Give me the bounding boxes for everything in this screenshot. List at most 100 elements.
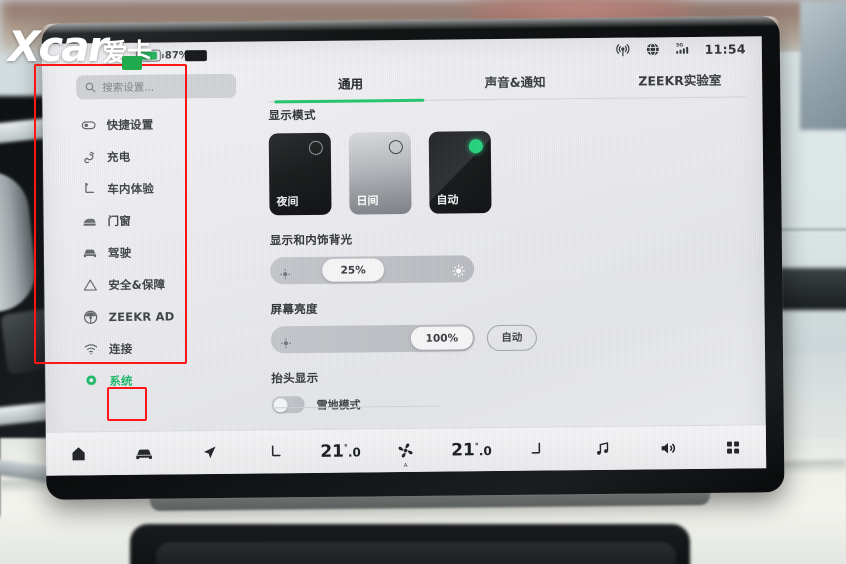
wifi-icon (83, 341, 99, 357)
sidebar-item-safety-security[interactable]: 安全&保障 (70, 268, 250, 302)
dock-seat-left[interactable] (242, 430, 308, 475)
seat-icon (81, 181, 97, 197)
screen-brightness-row: 100% 自动 (270, 321, 765, 354)
display-mode-auto[interactable]: 自动 (428, 131, 492, 214)
globe-icon[interactable] (644, 41, 660, 57)
sidebar-item-zeekr-ad[interactable]: ZEEKR AD (70, 300, 250, 334)
temperature-left-label: 21°.0 (320, 441, 361, 462)
sidebar-item-system[interactable]: 系统 (71, 364, 251, 398)
search-placeholder: 搜索设置... (102, 81, 155, 94)
radio-ring-day (388, 140, 403, 155)
status-dark-chip (184, 50, 207, 62)
broadcast-icon[interactable] (614, 42, 630, 58)
music-note-icon (594, 440, 611, 457)
svg-text:5G: 5G (676, 42, 683, 48)
sidebar-label-charging: 充电 (106, 149, 131, 165)
dock-apps[interactable] (700, 425, 766, 470)
seat-right-icon (528, 441, 545, 458)
car-icon (134, 443, 154, 463)
door-window-icon (82, 213, 98, 229)
apps-grid-icon (725, 439, 741, 455)
display-mode-night[interactable]: 夜间 (268, 132, 332, 216)
signal-5g-icon[interactable]: 5G (674, 41, 690, 57)
dock-navigation[interactable] (177, 430, 243, 475)
sidebar-label-doors-windows: 门窗 (107, 213, 132, 229)
brightness-low-icon (280, 334, 292, 348)
sidebar-label-cabin-experience: 车内体验 (107, 181, 155, 197)
home-icon (70, 445, 87, 462)
tab-zeekr-lab[interactable]: ZEEKR实验室 (597, 69, 762, 98)
snow-mode-label: 雪地模式 (316, 397, 361, 412)
tab-general[interactable]: 通用 (268, 73, 433, 102)
sidebar-item-connectivity[interactable]: 连接 (71, 332, 251, 366)
infotainment-screen: 87% 5G 11:54 通用 声音&通知 ZEEKR实验室 搜索设置... 快… (41, 36, 767, 476)
sidebar-label-driving: 驾驶 (107, 245, 132, 261)
sidebar-label-system: 系统 (109, 373, 133, 389)
hud-title: 抬头显示 (271, 370, 319, 386)
display-mode-day-label: 日间 (356, 194, 379, 208)
quick-settings-icon (81, 117, 97, 133)
tab-bar: 通用 声音&通知 ZEEKR实验室 (268, 62, 762, 101)
display-mode-options: 夜间 日间 自动 (268, 128, 764, 216)
sidebar-item-driving[interactable]: 驾驶 (70, 236, 250, 270)
charging-plug-icon (81, 149, 97, 165)
screen-brightness-value[interactable]: 100% (410, 326, 473, 350)
seat-left-icon (267, 443, 284, 460)
dock-music[interactable] (569, 426, 635, 471)
dock-fan[interactable]: A (373, 428, 439, 473)
tab-active-underline (274, 98, 425, 104)
radio-ring-night (308, 140, 323, 155)
hud-snow-mode-row: 雪地模式 (271, 391, 765, 414)
background-right-pillar (800, 0, 846, 130)
screen-brightness-slider[interactable]: 100% (270, 324, 476, 354)
sidebar-label-zeekr-ad: ZEEKR AD (108, 309, 175, 325)
settings-sidebar: 快捷设置 充电 车内体验 门窗 驾驶 安全&保障 ZEEKR AD 连接 系统 (68, 108, 251, 440)
gear-icon (83, 373, 99, 389)
search-input[interactable]: 搜索设置... (76, 73, 237, 100)
xcar-watermark: Xcar 爱卡 (8, 22, 152, 71)
display-mode-day[interactable]: 日间 (348, 131, 412, 215)
brightness-high-icon (452, 262, 465, 278)
dock-volume[interactable] (635, 425, 701, 470)
search-icon (84, 78, 96, 97)
snow-mode-toggle[interactable] (271, 396, 305, 414)
display-mode-auto-label: 自动 (436, 193, 459, 207)
sidebar-item-quick-settings[interactable]: 快捷设置 (68, 108, 248, 142)
warning-triangle-icon (82, 277, 98, 293)
brightness-low-icon (279, 265, 291, 279)
dock-temperature-left[interactable]: 21°.0 (308, 429, 374, 474)
screen-brightness-auto-button[interactable]: 自动 (486, 324, 537, 351)
background-center-console-inner (156, 542, 676, 564)
sidebar-item-charging[interactable]: 充电 (69, 140, 249, 174)
bottom-dock-bar: 21°.0 A 21°.0 (45, 424, 767, 476)
sidebar-item-cabin-experience[interactable]: 车内体验 (69, 172, 249, 206)
fan-icon (396, 441, 415, 460)
display-mode-night-label: 夜间 (276, 195, 299, 209)
sidebar-label-connectivity: 连接 (108, 341, 133, 357)
sidebar-label-quick-settings: 快捷设置 (106, 117, 154, 133)
status-icons-group: 5G 11:54 (614, 40, 746, 58)
car-front-icon (82, 245, 98, 261)
clock-label: 11:54 (704, 40, 746, 57)
interior-backlight-title: 显示和内饰背光 (269, 232, 353, 248)
interior-backlight-row: 25% (270, 252, 764, 285)
steering-wheel-icon (83, 309, 99, 325)
screen-brightness-title: 屏幕亮度 (270, 301, 318, 317)
watermark-brand: Xcar (8, 22, 108, 71)
settings-main-panel: 显示模式 夜间 日间 自动 显示和内饰背光 25% 屏幕亮度 100% 自动 抬… (268, 102, 765, 437)
temperature-right-label: 21°.0 (451, 439, 492, 461)
tab-sound-notification[interactable]: 声音&通知 (433, 71, 598, 100)
dock-home[interactable] (46, 432, 112, 476)
dock-car[interactable] (111, 431, 177, 476)
sidebar-item-doors-windows[interactable]: 门窗 (69, 204, 249, 238)
interior-backlight-value[interactable]: 25% (322, 258, 385, 282)
interior-backlight-slider[interactable]: 25% (270, 255, 475, 285)
dock-seat-right[interactable] (504, 427, 570, 472)
display-mode-title: 显示模式 (268, 107, 316, 123)
volume-icon (659, 439, 677, 457)
sidebar-label-safety-security: 安全&保障 (108, 277, 166, 293)
fan-auto-label: A (403, 462, 409, 469)
navigation-arrow-icon (201, 444, 218, 461)
dock-temperature-right[interactable]: 21°.0 (439, 427, 505, 472)
snow-mode-toggle-knob (272, 397, 288, 412)
